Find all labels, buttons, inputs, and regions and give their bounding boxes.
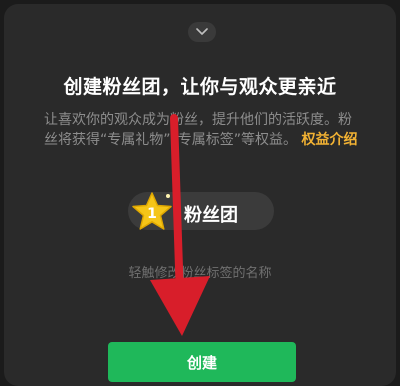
screen: 创建粉丝团，让你与观众更亲近 让喜欢你的观众成为粉丝，提升他们的活跃度。粉丝将获… <box>0 0 400 386</box>
benefits-link[interactable]: 权益介绍 <box>301 132 357 148</box>
badge-level: 1 <box>147 206 157 222</box>
sheet-title: 创建粉丝团，让你与观众更亲近 <box>63 76 337 98</box>
rename-hint[interactable]: 轻触修改粉丝标签的名称 <box>0 262 400 281</box>
description: 让喜欢你的观众成为粉丝，提升他们的活跃度。粉丝将获得“专属礼物”“专属标签”等权… <box>44 110 362 150</box>
star-badge-icon: 1 <box>132 192 172 230</box>
create-button[interactable]: 创建 <box>108 342 296 382</box>
collapse-button[interactable] <box>188 22 216 42</box>
chevron-down-icon <box>196 28 208 35</box>
badge-label: 粉丝团 <box>184 205 238 226</box>
